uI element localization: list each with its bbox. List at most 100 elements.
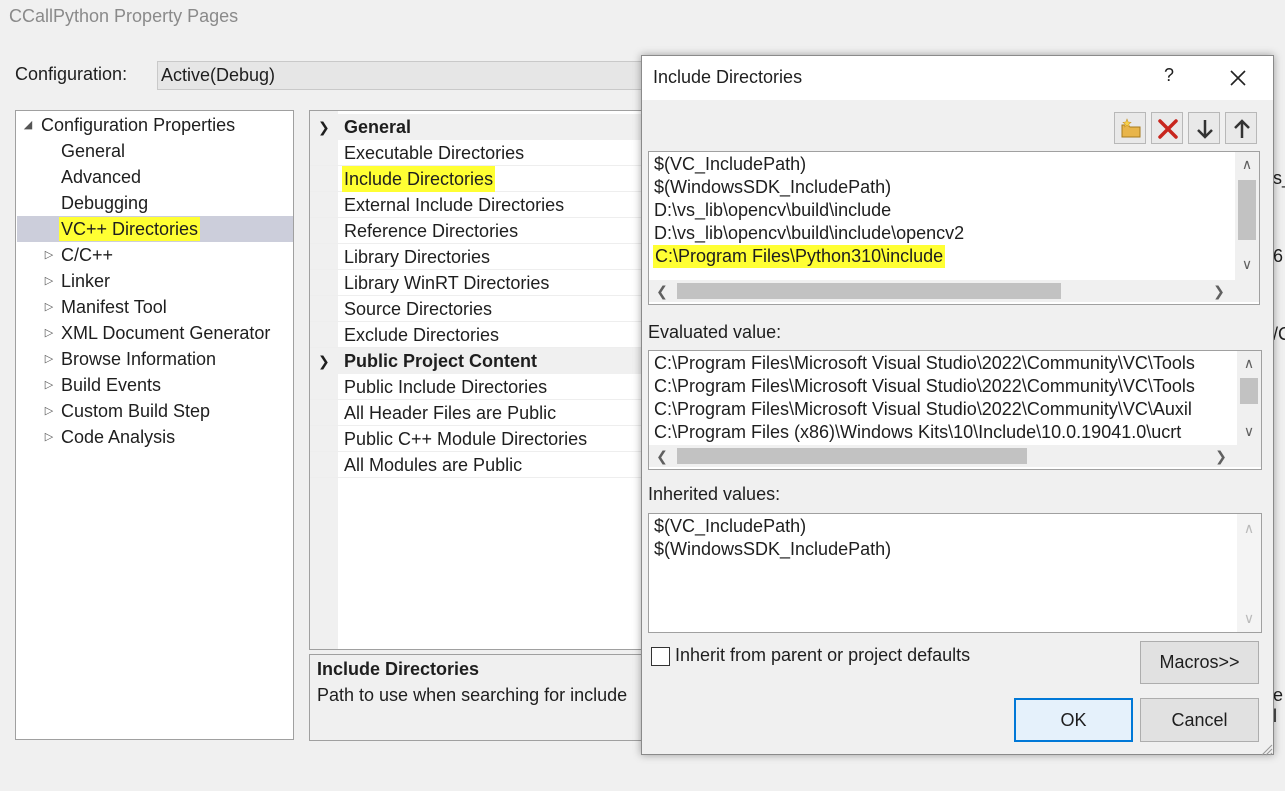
list-item[interactable]: $(WindowsSDK_IncludePath) [654,176,891,199]
tree-item-code-analysis[interactable]: ▷ Code Analysis [17,424,293,450]
property-row-include-directories[interactable]: Include Directories [310,166,648,192]
expand-triangle-icon[interactable]: ▷ [42,294,56,320]
tree-item-label: Advanced [61,167,142,187]
tree-item-label: Code Analysis [61,427,176,447]
vertical-scrollbar: ∧ ∨ [1237,514,1261,632]
help-button[interactable]: ? [1159,65,1179,91]
property-row[interactable]: All Modules are Public [310,452,648,478]
scroll-thumb[interactable] [677,283,1061,299]
property-row[interactable]: Source Directories [310,296,648,322]
move-up-button[interactable] [1225,112,1257,144]
scroll-down-icon[interactable]: ∨ [1237,254,1257,274]
new-line-button[interactable] [1114,112,1146,144]
expand-triangle-icon[interactable]: ▷ [42,268,56,294]
tree-item-xml-doc-generator[interactable]: ▷ XML Document Generator [17,320,293,346]
category-public-project-content[interactable]: ❯ Public Project Content [310,348,648,374]
expand-triangle-icon[interactable]: ▷ [42,320,56,346]
tree-item-vc-directories[interactable]: VC++ Directories [17,216,293,242]
directories-list[interactable]: $(VC_IncludePath) $(WindowsSDK_IncludePa… [648,151,1260,305]
property-name: Include Directories [342,166,496,192]
property-row[interactable]: Reference Directories [310,218,648,244]
chevron-down-icon[interactable]: ❯ [318,348,330,374]
expand-triangle-icon[interactable]: ▷ [42,372,56,398]
category-general[interactable]: ❯ General [310,114,648,140]
scroll-up-icon[interactable]: ∧ [1239,353,1259,373]
scroll-down-icon[interactable]: ∨ [1239,421,1259,441]
delete-button[interactable] [1151,112,1183,144]
list-item[interactable]: D:\vs_lib\opencv\build\include\opencv2 [654,222,964,245]
tree-item-custom-build-step[interactable]: ▷ Custom Build Step [17,398,293,424]
vertical-scrollbar[interactable]: ∧ ∨ [1237,351,1261,445]
horizontal-scrollbar[interactable]: ❮ ❯ [649,445,1261,467]
tree-item-build-events[interactable]: ▷ Build Events [17,372,293,398]
include-directories-dialog: Include Directories ? $(VC_IncludePath) … [641,55,1274,756]
expand-triangle-icon[interactable]: ▷ [42,242,56,268]
expand-triangle-icon[interactable]: ▷ [42,398,56,424]
property-row[interactable]: Public C++ Module Directories [310,426,648,452]
configuration-select[interactable]: Active(Debug) [157,61,657,90]
expand-triangle-icon[interactable]: ▷ [42,424,56,450]
settings-tree: ◢ Configuration Properties General Advan… [15,110,294,740]
list-item[interactable]: $(VC_IncludePath) [654,153,806,176]
window-title: CCallPython Property Pages [9,6,239,26]
close-icon[interactable] [1224,64,1252,92]
cropped-text: /C [1273,324,1285,344]
property-row[interactable]: Library Directories [310,244,648,270]
property-row[interactable]: External Include Directories [310,192,648,218]
move-down-button[interactable] [1188,112,1220,144]
macros-button[interactable]: Macros>> [1140,641,1259,684]
tree-item-general[interactable]: General [17,138,293,164]
property-row[interactable]: Public Include Directories [310,374,648,400]
horizontal-scrollbar[interactable]: ❮ ❯ [649,280,1259,302]
tree-item-debugging[interactable]: Debugging [17,190,293,216]
scroll-thumb[interactable] [1240,378,1258,404]
chevron-down-icon[interactable]: ❯ [318,114,330,140]
configuration-value: Active(Debug) [161,65,276,85]
tree-item-cpp[interactable]: ▷ C/C++ [17,242,293,268]
tree-item-label: C/C++ [61,245,114,265]
description-text: Path to use when searching for include [317,685,628,705]
inherit-checkbox[interactable] [651,647,670,666]
list-item: C:\Program Files (x86)\Windows Kits\10\I… [654,422,1182,442]
tree-item-label: Manifest Tool [61,297,167,317]
property-name: Public C++ Module Directories [344,429,588,449]
evaluated-value-label: Evaluated value: [648,322,782,342]
scroll-right-icon[interactable]: ❯ [1211,446,1231,466]
resize-grip-icon[interactable] [1259,740,1273,756]
property-name: Public Include Directories [344,377,548,397]
collapse-triangle-icon[interactable]: ◢ [21,112,35,138]
vertical-scrollbar[interactable]: ∧ ∨ [1235,152,1259,280]
property-row[interactable]: Library WinRT Directories [310,270,648,296]
property-row[interactable]: Exclude Directories [310,322,648,348]
scroll-left-icon[interactable]: ❮ [652,281,672,301]
scroll-up-icon[interactable]: ∧ [1237,154,1257,174]
dialog-title: Include Directories [653,67,803,87]
property-row[interactable]: All Header Files are Public [310,400,648,426]
property-row[interactable]: Executable Directories [310,140,648,166]
scroll-right-icon[interactable]: ❯ [1209,281,1229,301]
dialog-titlebar: Include Directories ? [642,56,1273,100]
list-item[interactable]: D:\vs_lib\opencv\build\include [654,199,891,222]
cancel-button[interactable]: Cancel [1140,698,1259,742]
expand-triangle-icon[interactable]: ▷ [42,346,56,372]
tree-item-browse-information[interactable]: ▷ Browse Information [17,346,293,372]
list-item: $(VC_IncludePath) [654,516,807,536]
tree-item-advanced[interactable]: Advanced [17,164,293,190]
tree-item-label: Browse Information [61,349,217,369]
property-name: External Include Directories [344,195,565,215]
tree-root[interactable]: ◢ Configuration Properties [17,112,293,138]
scroll-thumb[interactable] [677,448,1027,464]
scroll-left-icon[interactable]: ❮ [652,446,672,466]
ok-button[interactable]: OK [1014,698,1133,742]
tree-item-linker[interactable]: ▷ Linker [17,268,293,294]
category-label: Public Project Content [344,351,538,371]
inherit-checkbox-label[interactable]: Inherit from parent or project defaults [675,645,970,666]
scroll-thumb[interactable] [1238,180,1256,240]
list-item: C:\Program Files\Microsoft Visual Studio… [654,376,1195,396]
evaluated-value-list[interactable]: C:\Program Files\Microsoft Visual Studio… [648,350,1262,470]
tree-item-manifest-tool[interactable]: ▷ Manifest Tool [17,294,293,320]
list-item-highlighted[interactable]: C:\Program Files\Python310\include [653,245,946,268]
scroll-down-icon: ∨ [1243,610,1255,626]
description-pane: Include Directories Path to use when sea… [309,654,649,741]
property-name: Library Directories [344,247,491,267]
